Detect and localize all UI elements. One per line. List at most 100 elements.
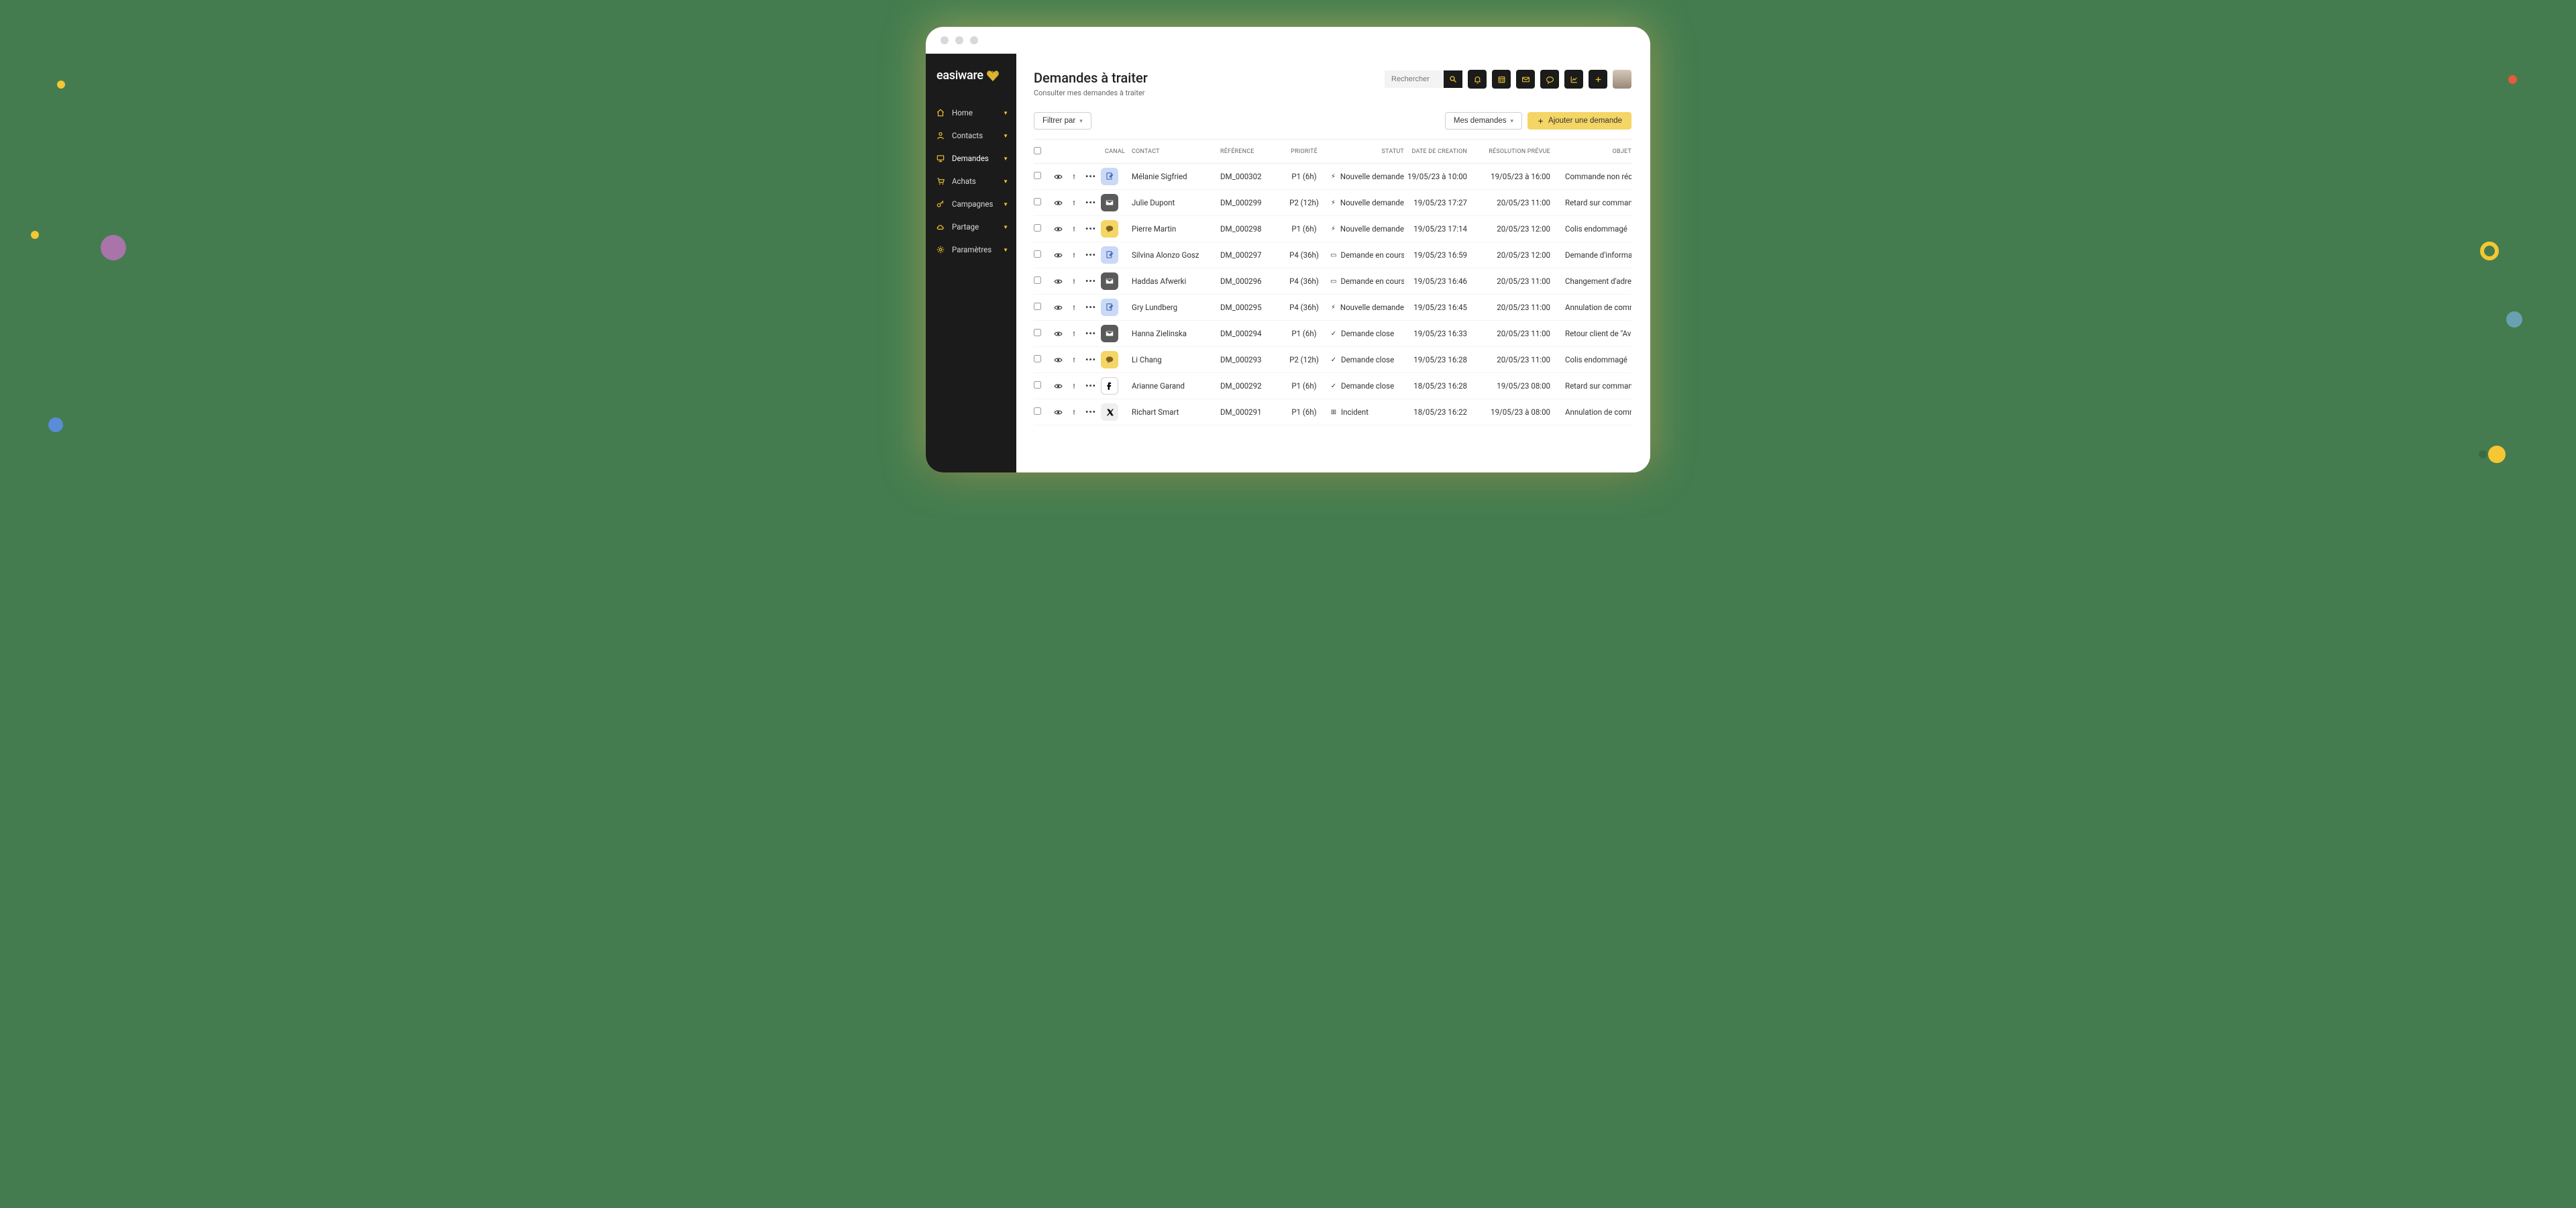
- table-row[interactable]: ••• Richart Smart DM_000291 P1 (6h) ⊞Inc…: [1034, 399, 1631, 425]
- status-cell: ▭Demande en cours: [1330, 250, 1404, 260]
- reports-button[interactable]: [1564, 70, 1583, 89]
- more-icon[interactable]: •••: [1083, 172, 1098, 181]
- view-icon[interactable]: [1051, 199, 1065, 207]
- avatar[interactable]: [1613, 70, 1631, 89]
- col-statut: STATUT: [1330, 148, 1404, 155]
- row-checkbox[interactable]: [1034, 224, 1041, 232]
- row-checkbox[interactable]: [1034, 381, 1041, 389]
- table-row[interactable]: ••• Arianne Garand DM_000292 P1 (6h) ✓De…: [1034, 373, 1631, 399]
- chat-button[interactable]: [1540, 70, 1559, 89]
- more-icon[interactable]: •••: [1083, 381, 1098, 391]
- add-button[interactable]: [1589, 70, 1607, 89]
- row-checkbox[interactable]: [1034, 276, 1041, 284]
- status-cell: ✓Demande close: [1330, 329, 1404, 338]
- add-request-label: Ajouter une demande: [1548, 117, 1622, 125]
- col-resolution: RÉSOLUTION PRÉVUE: [1470, 148, 1550, 155]
- view-icon[interactable]: [1051, 382, 1065, 391]
- view-icon[interactable]: [1051, 356, 1065, 364]
- reference-cell: DM_000294: [1220, 329, 1278, 338]
- sidebar-item-achats[interactable]: Achats▼: [926, 170, 1016, 193]
- table-row[interactable]: ••• Hanna Zielinska DM_000294 P1 (6h) ✓D…: [1034, 321, 1631, 347]
- table-row[interactable]: ••• Gry Lundberg DM_000295 P4 (36h) ⚡︎No…: [1034, 295, 1631, 321]
- chevron-down-icon: ▼: [1003, 133, 1008, 139]
- row-checkbox[interactable]: [1034, 172, 1041, 179]
- view-icon[interactable]: [1051, 277, 1065, 286]
- view-icon[interactable]: [1051, 303, 1065, 312]
- scope-button[interactable]: Mes demandes ▾: [1445, 112, 1522, 130]
- row-checkbox[interactable]: [1034, 355, 1041, 362]
- search-button[interactable]: [1444, 70, 1462, 88]
- view-icon[interactable]: [1051, 408, 1065, 417]
- table-row[interactable]: ••• Haddas Afwerki DM_000296 P4 (36h) ▭D…: [1034, 268, 1631, 295]
- row-checkbox[interactable]: [1034, 407, 1041, 415]
- sidebar-item-home[interactable]: Home▼: [926, 101, 1016, 124]
- requests-table: CANAL CONTACT RÉFÉRENCE PRIORITÉ STATUT …: [1034, 139, 1631, 425]
- sidebar-item-campagnes[interactable]: Campagnes▼: [926, 193, 1016, 215]
- search-icon: [1449, 75, 1457, 83]
- calendar-button[interactable]: [1492, 70, 1511, 89]
- pencil-icon[interactable]: [1067, 303, 1081, 312]
- filter-button[interactable]: Filtrer par ▾: [1034, 112, 1091, 130]
- add-request-button[interactable]: Ajouter une demande: [1527, 112, 1631, 130]
- sidebar: easiware Home▼Contacts▼Demandes▼Achats▼C…: [926, 54, 1016, 472]
- row-checkbox[interactable]: [1034, 329, 1041, 336]
- row-checkbox[interactable]: [1034, 303, 1041, 310]
- view-icon[interactable]: [1051, 330, 1065, 338]
- sidebar-item-demandes[interactable]: Demandes▼: [926, 147, 1016, 170]
- table-row[interactable]: ••• Silvina Alonzo Gosz DM_000297 P4 (36…: [1034, 242, 1631, 268]
- pencil-icon[interactable]: [1067, 199, 1081, 207]
- view-icon[interactable]: [1051, 225, 1065, 234]
- objet-cell: Annulation de comman: [1553, 407, 1631, 417]
- status-icon: ⚡︎: [1330, 304, 1336, 311]
- reference-cell: DM_000298: [1220, 224, 1278, 234]
- status-icon: ✓: [1330, 330, 1337, 338]
- due-cell: 20/05/23 12:00: [1470, 224, 1550, 234]
- pencil-icon[interactable]: [1067, 225, 1081, 234]
- due-cell: 20/05/23 12:00: [1470, 250, 1550, 260]
- col-creation: DATE DE CREATION: [1407, 148, 1467, 155]
- pencil-icon[interactable]: [1067, 382, 1081, 391]
- priority-cell: P4 (36h): [1281, 250, 1328, 260]
- row-checkbox[interactable]: [1034, 250, 1041, 258]
- objet-cell: Commande non récepti: [1553, 172, 1631, 181]
- sidebar-item-paramètres[interactable]: Paramètres▼: [926, 238, 1016, 261]
- notifications-button[interactable]: [1468, 70, 1487, 89]
- more-icon[interactable]: •••: [1083, 303, 1098, 312]
- reference-cell: DM_000299: [1220, 198, 1278, 207]
- pencil-icon[interactable]: [1067, 408, 1081, 417]
- contact-cell: Julie Dupont: [1132, 198, 1218, 207]
- sidebar-item-partage[interactable]: Partage▼: [926, 215, 1016, 238]
- search-input[interactable]: [1385, 70, 1444, 88]
- table-row[interactable]: ••• Julie Dupont DM_000299 P2 (12h) ⚡︎No…: [1034, 190, 1631, 216]
- mail-button[interactable]: [1516, 70, 1535, 89]
- pencil-icon[interactable]: [1067, 251, 1081, 260]
- select-all-checkbox[interactable]: [1034, 147, 1041, 154]
- reference-cell: DM_000295: [1220, 303, 1278, 312]
- more-icon[interactable]: •••: [1083, 224, 1098, 234]
- row-checkbox[interactable]: [1034, 198, 1041, 205]
- canal-icon: [1101, 299, 1118, 316]
- view-icon[interactable]: [1051, 251, 1065, 260]
- more-icon[interactable]: •••: [1083, 250, 1098, 260]
- more-icon[interactable]: •••: [1083, 329, 1098, 338]
- table-row[interactable]: ••• Mélanie Sigfried DM_000302 P1 (6h) ⚡…: [1034, 164, 1631, 190]
- table-row[interactable]: ••• Li Chang DM_000293 P2 (12h) ✓Demande…: [1034, 347, 1631, 373]
- canal-icon: [1101, 403, 1118, 421]
- pencil-icon[interactable]: [1067, 356, 1081, 364]
- canal-icon: [1101, 351, 1118, 368]
- more-icon[interactable]: •••: [1083, 355, 1098, 364]
- objet-cell: Annulation de comman: [1553, 303, 1631, 312]
- view-icon[interactable]: [1051, 172, 1065, 181]
- more-icon[interactable]: •••: [1083, 407, 1098, 417]
- table-row[interactable]: ••• Pierre Martin DM_000298 P1 (6h) ⚡︎No…: [1034, 216, 1631, 242]
- pencil-icon[interactable]: [1067, 277, 1081, 286]
- cloud-icon: [935, 222, 945, 232]
- more-icon[interactable]: •••: [1083, 198, 1098, 207]
- more-icon[interactable]: •••: [1083, 276, 1098, 286]
- canal-icon: [1101, 168, 1118, 185]
- scope-label: Mes demandes: [1454, 117, 1507, 125]
- sidebar-item-contacts[interactable]: Contacts▼: [926, 124, 1016, 147]
- pencil-icon[interactable]: [1067, 330, 1081, 338]
- pencil-icon[interactable]: [1067, 172, 1081, 181]
- status-cell: ⊞Incident: [1330, 407, 1404, 417]
